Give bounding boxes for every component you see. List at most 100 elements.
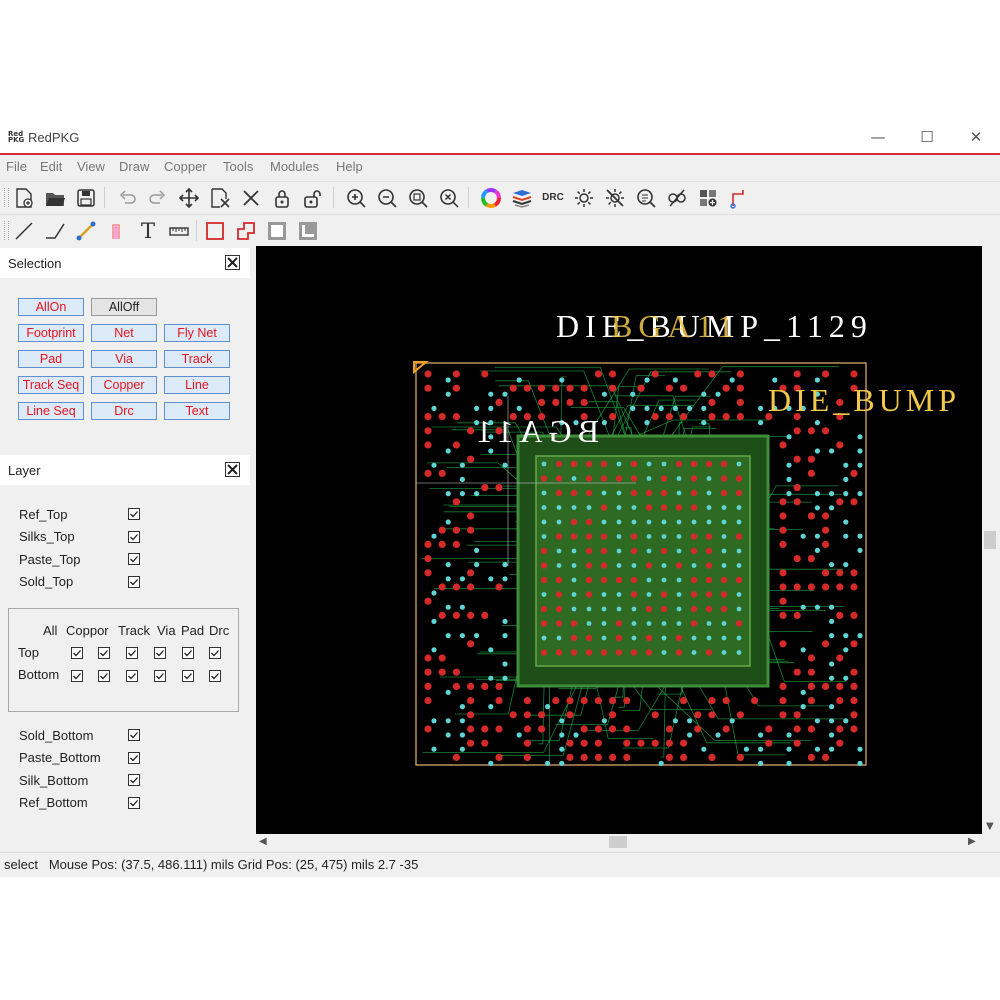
scroll-left-arrow[interactable]: ◀ (259, 836, 267, 847)
checkbox-silk-bottom[interactable] (128, 774, 140, 786)
move-icon[interactable] (176, 185, 202, 210)
via (474, 491, 480, 497)
close-icon[interactable] (225, 255, 240, 270)
delete-icon[interactable] (238, 185, 264, 210)
line-button[interactable]: Line (164, 376, 230, 394)
layer-stack-icon[interactable] (509, 185, 535, 210)
horizontal-scroll-thumb[interactable] (609, 836, 627, 848)
checkbox-bottom-track[interactable] (126, 670, 138, 682)
maximize-button[interactable]: ☐ (912, 126, 942, 148)
toolbar-separator (196, 220, 197, 241)
checkbox-top-drc[interactable] (209, 647, 221, 659)
zoom-out-icon[interactable] (374, 185, 400, 210)
die-bump-pad (660, 591, 668, 598)
net-button[interactable]: Net (91, 324, 157, 342)
checkbox-ref-top[interactable] (128, 508, 140, 520)
die-bump-via (736, 505, 742, 510)
checkbox-top-via[interactable] (154, 647, 166, 659)
checkbox-sold-bottom[interactable] (128, 729, 140, 741)
rect-tool-icon[interactable] (202, 218, 228, 243)
menu-draw[interactable]: Draw (119, 159, 149, 174)
menu-help[interactable]: Help (336, 159, 363, 174)
pad-button[interactable]: Pad (18, 350, 84, 368)
line-seq-button[interactable]: Line Seq (18, 402, 84, 420)
new-file-icon[interactable] (11, 185, 37, 210)
copper-cut-icon[interactable] (295, 218, 321, 243)
toolbar-grip[interactable] (4, 188, 9, 207)
line-tool-icon[interactable] (11, 218, 37, 243)
checkbox-top-all[interactable] (71, 647, 83, 659)
select-box-icon[interactable] (207, 185, 233, 210)
footprint-button[interactable]: Footprint (18, 324, 84, 342)
ruler-tool-icon[interactable] (166, 218, 192, 243)
checkbox-top-coppor[interactable] (98, 647, 110, 659)
menu-copper[interactable]: Copper (164, 159, 207, 174)
track-tool-icon[interactable] (73, 218, 99, 243)
allon-button[interactable]: AllOn (18, 298, 84, 316)
track-seq-tool-icon[interactable] (104, 218, 130, 243)
brightness-off-icon[interactable] (602, 185, 628, 210)
menu-file[interactable]: File (6, 159, 27, 174)
checkbox-bottom-coppor[interactable] (98, 670, 110, 682)
checkbox-bottom-via[interactable] (154, 670, 166, 682)
scroll-down-arrow[interactable]: ▼ (986, 821, 994, 832)
zoom-fit-icon[interactable] (405, 185, 431, 210)
pcb-canvas[interactable]: DIE_BUMP_1129 BGA11 DIE_BUMP BGA11 (256, 246, 982, 834)
minimize-button[interactable]: — (863, 126, 893, 148)
die-bump-pad (675, 460, 683, 468)
inspect-icon[interactable] (633, 185, 659, 210)
save-icon[interactable] (73, 185, 99, 210)
bga-pad (467, 512, 475, 520)
via-button[interactable]: Via (91, 350, 157, 368)
zoom-in-icon[interactable] (343, 185, 369, 210)
close-window-button[interactable]: ✕ (961, 126, 991, 148)
checkbox-bottom-all[interactable] (71, 670, 83, 682)
copper-button[interactable]: Copper (91, 376, 157, 394)
vertical-scrollbar[interactable]: ▼ (982, 246, 998, 834)
checkbox-sold-top[interactable] (128, 576, 140, 588)
checkbox-top-track[interactable] (126, 647, 138, 659)
lock-icon[interactable] (269, 185, 295, 210)
copper-rect-icon[interactable] (264, 218, 290, 243)
module-icon[interactable] (695, 185, 721, 210)
checkbox-paste-bottom[interactable] (128, 752, 140, 764)
drc-icon[interactable]: DRC (540, 185, 566, 210)
polyline-tool-icon[interactable] (42, 218, 68, 243)
menu-modules[interactable]: Modules (270, 159, 319, 174)
alloff-button[interactable]: AllOff (91, 298, 157, 316)
checkbox-paste-top[interactable] (128, 553, 140, 565)
via (814, 448, 821, 454)
vertical-scroll-thumb[interactable] (984, 531, 996, 549)
checkbox-bottom-pad[interactable] (182, 670, 194, 682)
open-folder-icon[interactable] (42, 185, 68, 210)
track-seq-button[interactable]: Track Seq (18, 376, 84, 394)
text-button[interactable]: Text (164, 402, 230, 420)
close-icon[interactable] (225, 462, 240, 477)
zoom-clear-icon[interactable] (436, 185, 462, 210)
track-button[interactable]: Track (164, 350, 230, 368)
horizontal-scrollbar[interactable]: ◀ ▶ (256, 834, 982, 850)
scroll-right-arrow[interactable]: ▶ (968, 836, 976, 847)
menu-tools[interactable]: Tools (223, 159, 253, 174)
pin-icon[interactable] (726, 185, 752, 210)
checkbox-bottom-drc[interactable] (209, 670, 221, 682)
via (701, 391, 707, 397)
brightness-icon[interactable] (571, 185, 597, 210)
color-wheel-icon[interactable] (478, 185, 504, 210)
checkbox-top-pad[interactable] (182, 647, 194, 659)
menu-view[interactable]: View (77, 159, 105, 174)
unlock-icon[interactable] (300, 185, 326, 210)
checkbox-silks-top[interactable] (128, 531, 140, 543)
redo-icon[interactable] (145, 185, 171, 210)
route-icon[interactable] (664, 185, 690, 210)
text-tool-icon[interactable]: T (135, 218, 161, 243)
toolbar-grip[interactable] (4, 221, 9, 240)
checkbox-ref-bottom[interactable] (128, 797, 140, 809)
drc-button[interactable]: Drc (91, 402, 157, 420)
menu-edit[interactable]: Edit (40, 159, 62, 174)
via (829, 618, 835, 624)
die-bump-via (541, 461, 547, 467)
polygon-tool-icon[interactable] (233, 218, 259, 243)
fly-net-button[interactable]: Fly Net (164, 324, 230, 342)
undo-icon[interactable] (114, 185, 140, 210)
